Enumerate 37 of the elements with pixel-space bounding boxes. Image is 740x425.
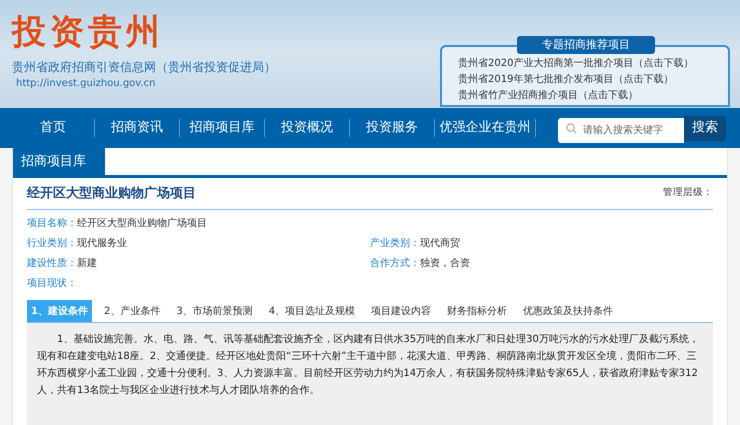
- content-tab[interactable]: 3、市场前景预测: [172, 300, 257, 322]
- search-button[interactable]: 搜索: [684, 116, 726, 140]
- nav-link[interactable]: 投资服务: [350, 118, 434, 138]
- tab-content-text: 1、基础设施完善。水、电、路、气、讯等基础配套设施齐全，区内建有日供水35万吨的自来水厂和日处理30万吨污水的污水处理厂及截污系统，现有和在建变电站18座。2、交通便捷。经开区地处贵阳“三环十六射”主干道中部，花溪大道、甲秀路、桐荫路南北纵贯开发区全境，贵阳市二环、三环东西横穿小孟工业园，交通十分便利。3、人力资源丰富。目前经开区劳动力约为14万余人，有获国务院特殊津贴专家65人，获省政府津贴专家312人，共有13名院士与我区企业进行技术与人才团队培养的合作。: [37, 332, 700, 398]
- section-title: 招商项目库: [13, 148, 105, 175]
- field-label: 合作方式：: [370, 256, 420, 270]
- featured-link[interactable]: 贵州省2020产业大招商第一批推介项目（点击下载）: [458, 57, 728, 70]
- field-value: 现代商贸: [420, 236, 460, 250]
- field-value: 经开区大型商业购物广场项目: [77, 216, 207, 230]
- nav-link[interactable]: 招商项目库: [180, 118, 264, 138]
- featured-title: 专题招商推荐项目: [517, 36, 655, 54]
- nav-link[interactable]: 投资概况: [265, 118, 349, 138]
- field-label: 行业类别：: [27, 236, 77, 250]
- field-value: 现代服务业: [77, 236, 127, 250]
- field-value: 新建: [77, 256, 97, 270]
- site-logo: 投资贵州: [12, 12, 165, 52]
- field-value: 独资，合资: [420, 256, 470, 270]
- content-tab[interactable]: 财务指标分析: [443, 300, 512, 322]
- content-tab[interactable]: 项目建设内容: [367, 300, 436, 322]
- content-tab[interactable]: 4、项目选址及规模: [264, 300, 360, 322]
- field-label: 项目名称：: [27, 216, 77, 230]
- nav-link[interactable]: 首页: [12, 118, 94, 138]
- field-label: 项目现状：: [27, 276, 77, 290]
- nav-link[interactable]: 招商资讯: [95, 118, 179, 138]
- search-field[interactable]: 请输入搜索关键字: [558, 118, 684, 142]
- featured-link[interactable]: 贵州省2019年第七批推介发布项目（点击下载）: [458, 73, 728, 86]
- featured-link[interactable]: 贵州省竹产业招商推介项目（点击下载）: [458, 89, 728, 102]
- field-label: 产业类别：: [370, 236, 420, 250]
- project-title: 经开区大型商业购物广场项目: [27, 184, 196, 203]
- site-title: 贵州省政府招商引资信息网（贵州省投资促进局）: [12, 59, 276, 76]
- search-icon: [566, 122, 577, 134]
- content-tab[interactable]: 优惠政策及扶持条件: [519, 300, 618, 322]
- content-tab[interactable]: 2、产业条件: [100, 300, 164, 322]
- field-label: 建设性质：: [27, 256, 77, 270]
- level-label: 管理层级：: [663, 186, 713, 200]
- site-url: http://invest.guizhou.gov.cn: [16, 77, 156, 91]
- nav-link[interactable]: 优强企业在贵州: [435, 118, 535, 138]
